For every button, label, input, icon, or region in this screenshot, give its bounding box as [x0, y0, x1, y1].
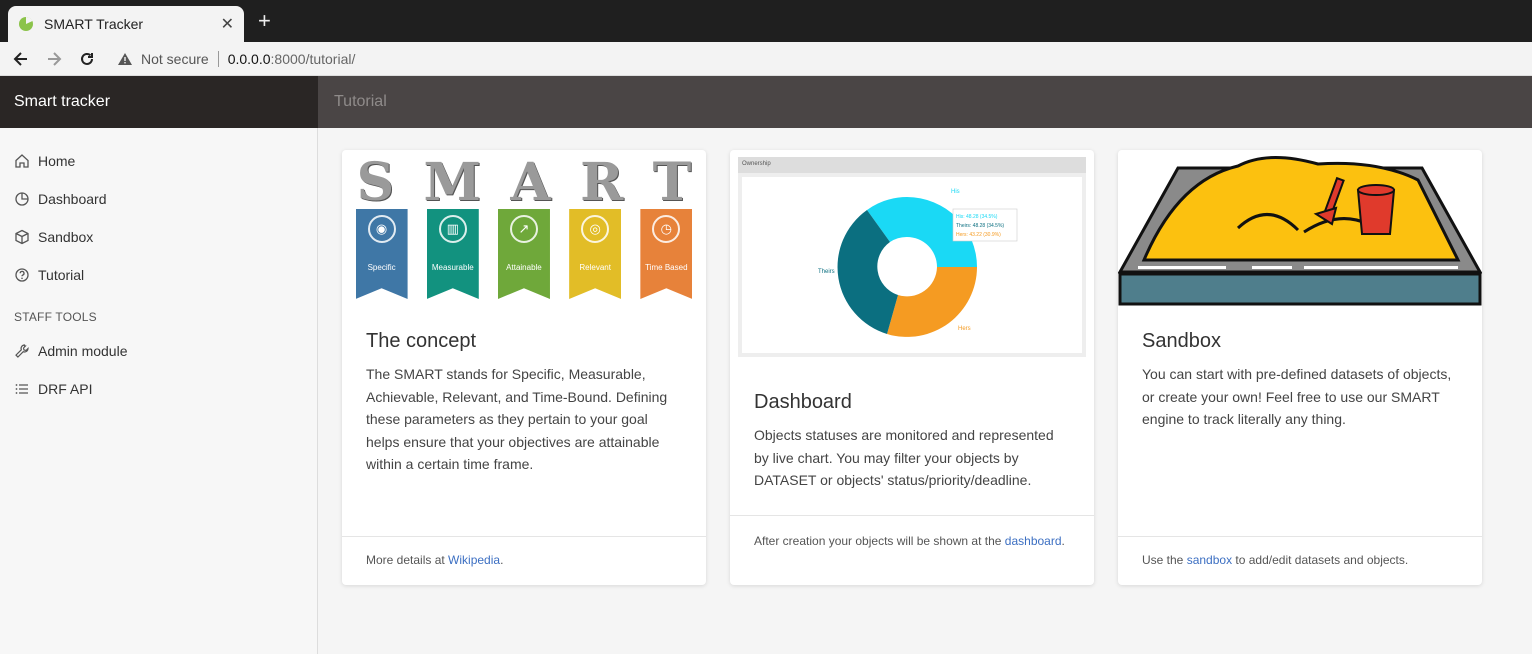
- ribbon-label: Relevant: [579, 263, 611, 272]
- ribbon-label: Attainable: [506, 263, 542, 272]
- slice-label: Hers: [958, 326, 971, 332]
- url-host: 0.0.0.0: [227, 50, 271, 67]
- sidebar-item-label: Admin module: [38, 343, 128, 359]
- sidebar-item-admin-module[interactable]: Admin module: [0, 332, 317, 370]
- dashboard-link[interactable]: dashboard: [1005, 534, 1062, 548]
- tooltip-line: Theirs: 48.28 (34.5%): [956, 223, 1004, 229]
- sidebar-item-label: Sandbox: [38, 229, 94, 245]
- ribbon-attainable: ↗ Attainable: [497, 209, 550, 299]
- footer-text: .: [1061, 534, 1065, 548]
- dashboard-card: Ownership His Theirs Hers His: 48.28 (34…: [730, 150, 1094, 585]
- sandbox-link[interactable]: sandbox: [1187, 553, 1232, 567]
- app-header: Smart tracker Tutorial: [0, 76, 1532, 128]
- sidebar-item-tutorial[interactable]: Tutorial: [0, 256, 317, 294]
- ribbon-specific: ◉ Specific: [355, 209, 408, 299]
- browser-tabbar: SMART Tracker ✕ +: [0, 0, 1532, 42]
- sidebar-item-drf-api[interactable]: DRF API: [0, 370, 317, 408]
- ribbon-label: Specific: [367, 263, 396, 272]
- reload-icon: [81, 52, 93, 65]
- list-icon: [15, 384, 28, 394]
- trend-up-icon: ↗: [509, 215, 538, 243]
- sidebar-item-label: Home: [38, 153, 76, 169]
- back-button[interactable]: [10, 48, 32, 70]
- page-title: Tutorial: [318, 76, 1532, 128]
- new-tab-button[interactable]: +: [258, 9, 271, 33]
- home-icon: [15, 154, 29, 168]
- ribbon-label: Measurable: [431, 263, 474, 272]
- forward-button[interactable]: [43, 48, 65, 70]
- url-field[interactable]: Not secure 0.0.0.0 :8000/tutorial/: [117, 50, 356, 67]
- brand-title[interactable]: Smart tracker: [0, 76, 318, 128]
- sidebar-item-label: Dashboard: [38, 191, 107, 207]
- smart-ribbons: ◉ Specific ▥ Measurable ↗ Attainable ◎ R…: [342, 209, 706, 299]
- sandbox-card: Sandbox You can start with pre-defined d…: [1117, 150, 1483, 585]
- overlap-circles-icon: ◎: [581, 215, 610, 243]
- staff-tools-heading: STAFF TOOLS: [14, 310, 97, 324]
- url-separator: [217, 50, 219, 67]
- sidebar: Home Dashboard Sandbox Tutorial STAFF TO…: [0, 128, 318, 654]
- sidebar-item-home[interactable]: Home: [0, 142, 317, 180]
- browser-tab[interactable]: SMART Tracker ✕: [8, 6, 244, 42]
- target-icon: ◉: [367, 215, 396, 243]
- smart-banner-image: S M A R T ◉ Specific ▥ Measurable ↗ Atta…: [342, 150, 706, 310]
- footer-text: After creation your objects will be show…: [754, 534, 1005, 548]
- footer-text: Use the: [1142, 553, 1187, 567]
- card-text: Objects statuses are monitored and repre…: [754, 427, 1054, 488]
- concept-card: S M A R T ◉ Specific ▥ Measurable ↗ Atta…: [342, 150, 706, 585]
- card-footer: After creation your objects will be show…: [730, 515, 1094, 585]
- slice-label: His: [951, 189, 960, 195]
- smart-letter: S: [356, 152, 395, 213]
- warning-icon: [118, 52, 132, 65]
- tooltip-line: His: 48.28 (34.5%): [956, 214, 998, 220]
- chart-header: Ownership: [738, 157, 1086, 173]
- footer-text: .: [500, 553, 504, 567]
- card-title: Dashboard: [754, 391, 852, 413]
- footer-text: More details at: [366, 553, 449, 567]
- ribbon-measurable: ▥ Measurable: [426, 209, 479, 299]
- card-footer: More details at Wikipedia.: [342, 536, 706, 585]
- tooltip-line: Hers: 43.22 (30.9%): [956, 232, 1001, 238]
- sidebar-item-label: DRF API: [38, 381, 93, 397]
- smart-letter: R: [580, 152, 624, 213]
- card-title: Sandbox: [1142, 330, 1221, 352]
- card-footer: Use the sandbox to add/edit datasets and…: [1118, 536, 1482, 585]
- sandbox-illustration: [1117, 150, 1483, 310]
- arrow-right-icon: [48, 51, 62, 66]
- box-icon: [15, 229, 29, 245]
- arrow-left-icon: [13, 51, 27, 66]
- card-text: The SMART stands for Specific, Measurabl…: [366, 366, 668, 472]
- smart-letter: M: [423, 152, 482, 213]
- help-circle-icon: [15, 268, 29, 282]
- wikipedia-link[interactable]: Wikipedia: [448, 553, 500, 567]
- smart-letter: A: [510, 152, 551, 213]
- ribbon-relevant: ◎ Relevant: [569, 209, 622, 299]
- pie-chart-icon: [15, 192, 29, 206]
- app-favicon-icon: [19, 16, 33, 31]
- card-text: You can start with pre-defined datasets …: [1142, 366, 1452, 427]
- sidebar-item-label: Tutorial: [38, 267, 85, 283]
- tab-title: SMART Tracker: [44, 16, 144, 32]
- wrench-icon: [15, 344, 29, 358]
- sidebar-item-dashboard[interactable]: Dashboard: [0, 180, 317, 218]
- clock-icon: ◷: [652, 215, 681, 243]
- security-label: Not secure: [141, 50, 209, 67]
- main-content: S M A R T ◉ Specific ▥ Measurable ↗ Atta…: [318, 128, 1532, 654]
- smart-letter: T: [652, 152, 692, 213]
- url-path: :8000/tutorial/: [270, 50, 356, 67]
- ribbon-label: Time Based: [645, 263, 688, 272]
- sidebar-item-sandbox[interactable]: Sandbox: [0, 218, 317, 256]
- dashboard-preview-image: Ownership His Theirs Hers His: 48.28 (34…: [738, 157, 1086, 357]
- address-bar: Not secure 0.0.0.0 :8000/tutorial/: [0, 42, 1532, 76]
- close-tab-icon[interactable]: ✕: [221, 14, 234, 34]
- footer-text: to add/edit datasets and objects.: [1232, 553, 1409, 567]
- bar-chart-icon: ▥: [438, 215, 467, 243]
- donut-chart: His Theirs Hers His: 48.28 (34.5%) Their…: [818, 189, 1018, 337]
- card-title: The concept: [366, 330, 477, 352]
- slice-label: Theirs: [818, 269, 835, 275]
- smart-letters: S M A R T: [342, 150, 706, 213]
- reload-button[interactable]: [76, 48, 98, 70]
- sandbox-drawing: [1117, 156, 1483, 306]
- ribbon-time-based: ◷ Time Based: [640, 209, 693, 299]
